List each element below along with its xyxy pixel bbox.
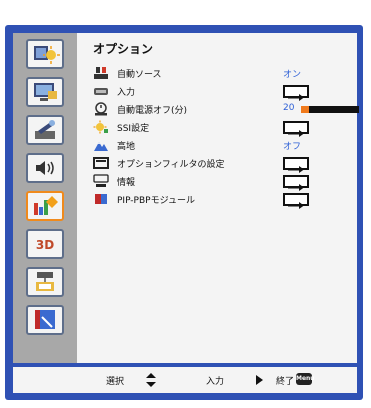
- exit-hint-label: 終了: [276, 377, 295, 387]
- menu-item-label: 自動ソース: [117, 70, 162, 80]
- osd-menu-frame: 3D オプション 自動ソース オン 入力 自動電源オフ(分) 20 SSI設定 …: [5, 25, 363, 400]
- enter-arrow-button[interactable]: [283, 193, 309, 209]
- select-hint-label: 選択: [106, 377, 125, 387]
- setup-icon: [35, 120, 55, 139]
- menu-item-filter-settings[interactable]: オプションフィルタの設定: [77, 155, 357, 173]
- up-down-arrows-icon: [146, 373, 156, 387]
- enter-arrow-button[interactable]: [283, 121, 309, 137]
- menu-item-information[interactable]: 情報: [77, 173, 357, 191]
- lan-icon: [36, 272, 54, 291]
- right-triangle-icon: [256, 375, 263, 385]
- auto-power-off-slider[interactable]: [301, 106, 359, 113]
- sidebar-item-options[interactable]: [26, 191, 64, 221]
- enter-arrow-button[interactable]: [283, 175, 309, 191]
- sidebar-item-lan[interactable]: [26, 267, 64, 297]
- menu-item-high-altitude[interactable]: 高地 オフ: [77, 137, 357, 155]
- sidebar-item-volume[interactable]: [26, 153, 64, 183]
- sidebar-item-interactive[interactable]: [26, 305, 64, 335]
- 3d-label: 3D: [36, 238, 54, 252]
- image-settings-icon: [34, 46, 60, 64]
- menu-item-ssi-settings[interactable]: SSI設定: [77, 119, 357, 137]
- enter-hint-label: 入力: [206, 377, 225, 387]
- sidebar-item-display[interactable]: [26, 77, 64, 107]
- page-title: オプション: [93, 42, 154, 56]
- sidebar-item-3d[interactable]: 3D: [26, 229, 64, 259]
- power-off-timer-icon: [95, 102, 107, 116]
- sidebar-item-image[interactable]: [26, 39, 64, 69]
- footer-nav-hints: 選択 入力 終了 Menu: [13, 367, 357, 393]
- enter-arrow-button[interactable]: [283, 157, 309, 173]
- auto-source-icon: [94, 67, 108, 79]
- auto-power-off-value: 20: [283, 103, 295, 113]
- filter-icon: [93, 157, 109, 169]
- menu-item-label: 入力: [117, 88, 136, 98]
- menu-item-pip-pbp[interactable]: PIP-PBPモジュール: [77, 191, 357, 209]
- menu-item-label: PIP-PBPモジュール: [117, 196, 195, 206]
- auto-source-value: オン: [283, 70, 302, 80]
- menu-item-label: 高地: [117, 142, 136, 152]
- menu-item-input[interactable]: 入力: [77, 83, 357, 101]
- volume-icon: [36, 161, 54, 175]
- ssi-settings-icon: [93, 120, 108, 134]
- options-panel: オプション 自動ソース オン 入力 自動電源オフ(分) 20 SSI設定 高地 …: [77, 33, 357, 363]
- menu-item-label: 情報: [117, 178, 136, 188]
- menu-item-label: SSI設定: [117, 124, 150, 134]
- right-arrow-icon: [288, 202, 304, 209]
- sidebar: 3D: [13, 33, 77, 363]
- 3d-icon: 3D: [36, 238, 54, 252]
- pip-pbp-icon: [95, 194, 107, 204]
- options-icon: [34, 196, 58, 215]
- menu-item-auto-source[interactable]: 自動ソース オン: [77, 65, 357, 83]
- enter-arrow-button[interactable]: [283, 85, 309, 101]
- input-icon: [94, 88, 108, 95]
- slider-fill: [301, 106, 310, 113]
- sidebar-item-setup[interactable]: [26, 115, 64, 145]
- info-icon: [93, 174, 109, 187]
- high-altitude-value: オフ: [283, 142, 302, 152]
- display-icon: [34, 83, 57, 101]
- high-altitude-icon: [94, 142, 108, 151]
- interactive-icon: [35, 310, 55, 329]
- menu-item-label: オプションフィルタの設定: [117, 160, 225, 170]
- menu-key-icon: Menu: [296, 373, 315, 385]
- menu-item-label: 自動電源オフ(分): [117, 106, 188, 116]
